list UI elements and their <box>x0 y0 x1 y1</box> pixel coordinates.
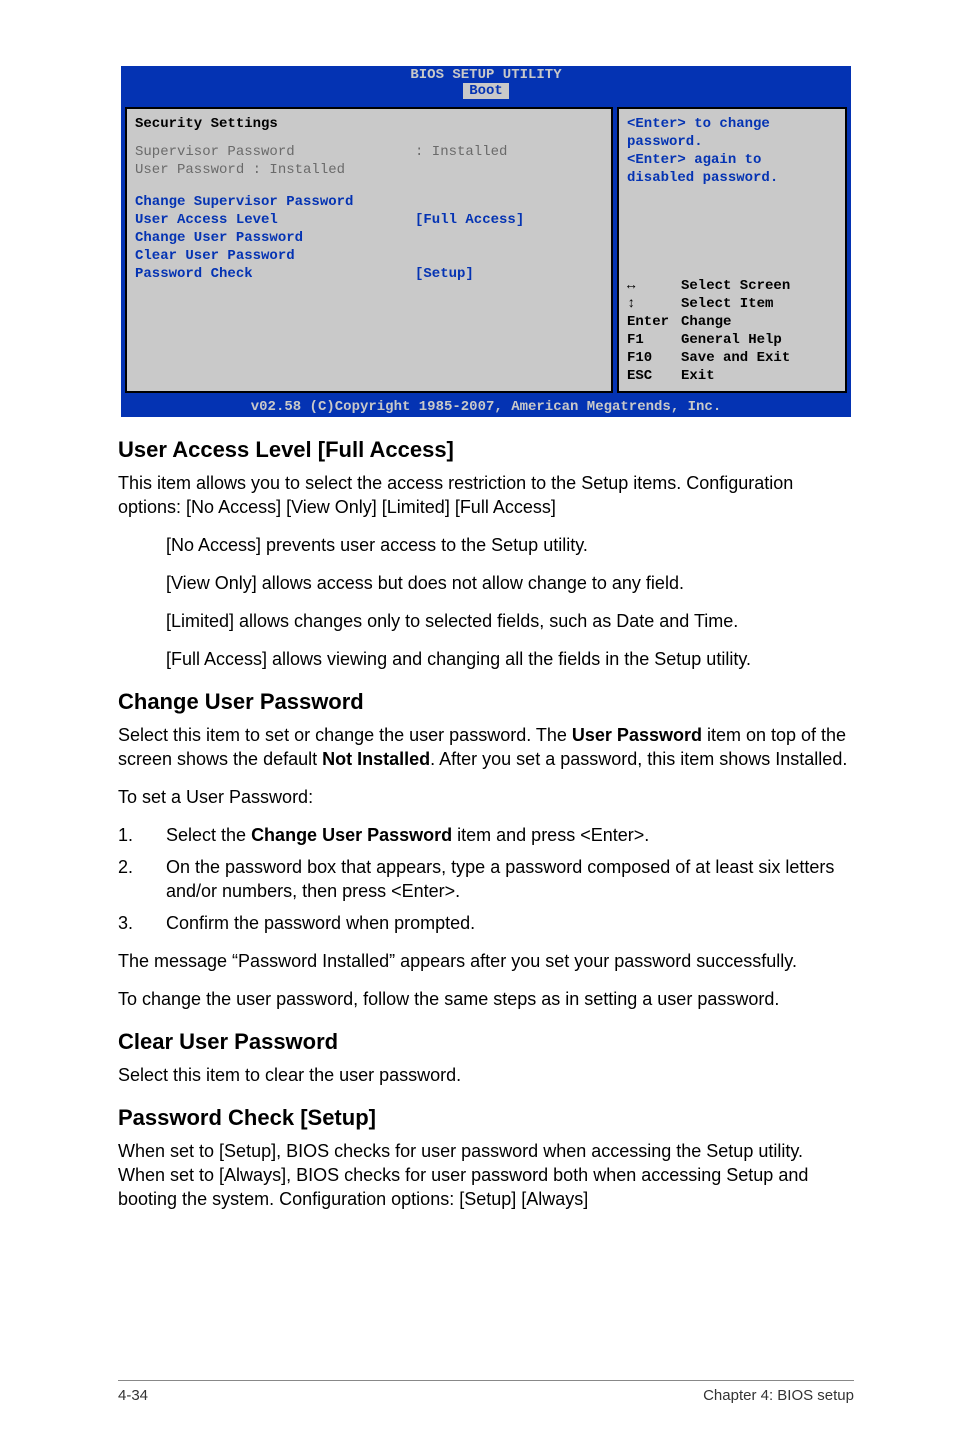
heading-user-access-level: User Access Level [Full Access] <box>118 437 854 463</box>
password-check[interactable]: Password Check [Setup] <box>135 265 603 283</box>
clear-user-password[interactable]: Clear User Password <box>135 247 603 265</box>
user-password-row: User Password : Installed <box>135 161 603 179</box>
supervisor-password-label: Supervisor Password <box>135 143 415 161</box>
key-esc: ESC <box>627 367 681 385</box>
chapter-label: Chapter 4: BIOS setup <box>703 1387 854 1404</box>
supervisor-password-row: Supervisor Password : Installed <box>135 143 603 161</box>
bios-nav-keys: ↔Select Screen ↕Select Item EnterChange … <box>627 277 837 385</box>
security-settings-heading: Security Settings <box>135 115 603 133</box>
user-access-level-label: User Access Level <box>135 211 415 229</box>
list-item: Confirm the password when prompted. <box>138 911 854 935</box>
para-cup-toset: To set a User Password: <box>118 785 854 809</box>
change-supervisor-password[interactable]: Change Supervisor Password <box>135 193 603 211</box>
heading-clear-user-password: Clear User Password <box>118 1029 854 1055</box>
para-ual-limited: [Limited] allows changes only to selecte… <box>118 609 854 633</box>
para-cup-change: To change the user password, follow the … <box>118 987 854 1011</box>
text-fragment: Select this item to set or change the us… <box>118 725 572 745</box>
para-ual-fullaccess: [Full Access] allows viewing and changin… <box>118 647 854 671</box>
nav-select-screen: Select Screen <box>681 277 790 295</box>
bios-tab-bar: Boot <box>121 83 851 103</box>
nav-general-help: General Help <box>681 331 782 349</box>
para-cup-intro: Select this item to set or change the us… <box>118 723 854 771</box>
para-clear-user-password: Select this item to clear the user passw… <box>118 1063 854 1087</box>
nav-exit: Exit <box>681 367 715 385</box>
bios-copyright: v02.58 (C)Copyright 1985-2007, American … <box>121 397 851 417</box>
key-enter: Enter <box>627 313 681 331</box>
bold-change-user-password: Change User Password <box>251 825 452 845</box>
bios-right-pane: <Enter> to change password. <Enter> agai… <box>617 107 847 393</box>
tab-boot[interactable]: Boot <box>463 83 509 99</box>
para-cup-success: The message “Password Installed” appears… <box>118 949 854 973</box>
key-f1: F1 <box>627 331 681 349</box>
help-text-1: <Enter> to change password. <box>627 115 837 151</box>
arrows-lr-icon: ↔ <box>627 277 681 295</box>
arrows-ud-icon: ↕ <box>627 295 681 313</box>
password-check-label: Password Check <box>135 265 415 283</box>
para-password-check: When set to [Setup], BIOS checks for use… <box>118 1139 854 1211</box>
user-access-level-value: [Full Access] <box>415 211 603 229</box>
heading-change-user-password: Change User Password <box>118 689 854 715</box>
bios-left-pane: Security Settings Supervisor Password : … <box>125 107 613 393</box>
para-ual-viewonly: [View Only] allows access but does not a… <box>118 571 854 595</box>
page-footer: 4-34 Chapter 4: BIOS setup <box>118 1380 854 1404</box>
change-user-password[interactable]: Change User Password <box>135 229 603 247</box>
text-fragment: . After you set a password, this item sh… <box>430 749 847 769</box>
nav-save-exit: Save and Exit <box>681 349 790 367</box>
nav-change: Change <box>681 313 731 331</box>
page-number: 4-34 <box>118 1387 148 1404</box>
supervisor-password-value: : Installed <box>415 143 603 161</box>
para-ual-intro: This item allows you to select the acces… <box>118 471 854 519</box>
document-page: BIOS SETUP UTILITY Boot Security Setting… <box>0 0 954 1438</box>
para-ual-noaccess: [No Access] prevents user access to the … <box>118 533 854 557</box>
text-fragment: item and press <Enter>. <box>452 825 649 845</box>
bios-title: BIOS SETUP UTILITY <box>121 66 851 83</box>
bios-screenshot: BIOS SETUP UTILITY Boot Security Setting… <box>121 66 851 417</box>
user-access-level[interactable]: User Access Level [Full Access] <box>135 211 603 229</box>
list-item: Select the Change User Password item and… <box>138 823 854 847</box>
help-text-2: <Enter> again to disabled password. <box>627 151 837 187</box>
key-f10: F10 <box>627 349 681 367</box>
bold-user-password: User Password <box>572 725 702 745</box>
list-item: On the password box that appears, type a… <box>138 855 854 903</box>
text-fragment: Select the <box>166 825 251 845</box>
nav-select-item: Select Item <box>681 295 773 313</box>
bios-body: Security Settings Supervisor Password : … <box>121 103 851 397</box>
heading-password-check: Password Check [Setup] <box>118 1105 854 1131</box>
user-password-label: User Password : Installed <box>135 161 415 179</box>
steps-list: Select the Change User Password item and… <box>118 823 854 935</box>
bold-not-installed: Not Installed <box>322 749 430 769</box>
password-check-value: [Setup] <box>415 265 603 283</box>
